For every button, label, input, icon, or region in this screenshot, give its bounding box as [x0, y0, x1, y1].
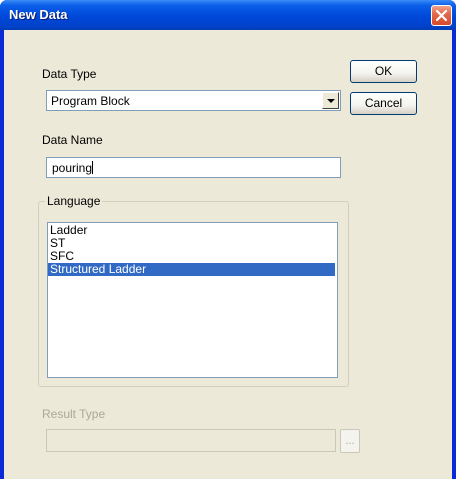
data-type-select[interactable]: Program Block — [46, 90, 341, 111]
language-group: Language Ladder ST SFC Structured Ladder — [38, 194, 349, 387]
data-name-label: Data Name — [42, 133, 103, 147]
close-button[interactable] — [431, 5, 452, 26]
data-name-value: pouring — [52, 161, 94, 175]
list-item-structured-ladder[interactable]: Structured Ladder — [48, 263, 335, 276]
chevron-down-icon — [327, 99, 335, 103]
new-data-dialog: New Data Data Type Program Block Data Na… — [0, 0, 456, 479]
cancel-button[interactable]: Cancel — [350, 92, 417, 115]
result-type-label: Result Type — [42, 407, 106, 421]
data-name-input[interactable]: pouring — [46, 157, 341, 178]
data-type-dropdown-button[interactable] — [322, 92, 339, 109]
data-type-label: Data Type — [42, 67, 97, 81]
list-item-ladder[interactable]: Ladder — [48, 224, 335, 237]
close-icon — [436, 10, 447, 21]
language-list[interactable]: Ladder ST SFC Structured Ladder — [47, 222, 338, 378]
result-type-browse-button: ... — [340, 429, 360, 453]
ok-button[interactable]: OK — [350, 60, 417, 83]
text-caret — [92, 161, 94, 174]
window-title: New Data — [9, 7, 68, 22]
title-bar[interactable]: New Data — [0, 0, 456, 30]
language-group-title: Language — [45, 194, 103, 208]
data-type-value: Program Block — [51, 94, 130, 108]
list-item-st[interactable]: ST — [48, 237, 335, 250]
dialog-body: Data Type Program Block Data Name pourin… — [4, 30, 452, 479]
result-type-field — [46, 429, 336, 452]
